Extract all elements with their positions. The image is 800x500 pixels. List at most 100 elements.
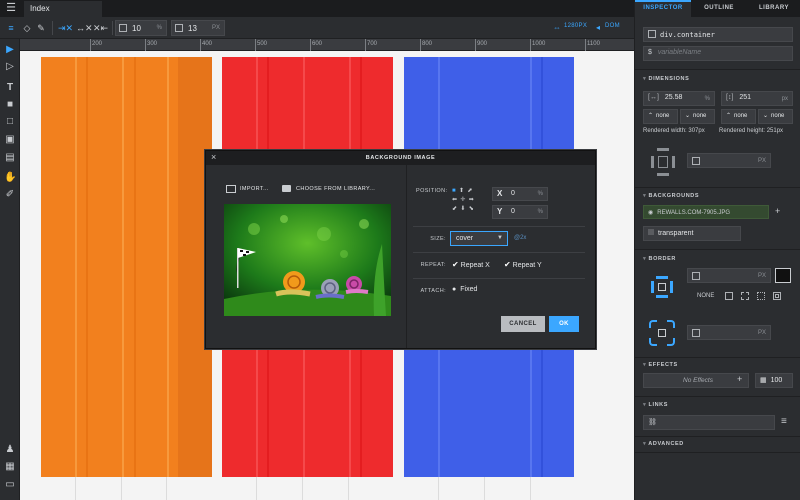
choose-from-library-button[interactable]: CHOOSE FROM LIBRARY... xyxy=(296,186,375,192)
dollar-icon: $ xyxy=(648,49,652,56)
link-icon: ⛓ xyxy=(648,419,657,426)
min-height-field[interactable]: ⌃ none xyxy=(721,109,756,124)
add-background-icon[interactable]: + xyxy=(775,206,780,216)
breakpoint-icon: ⇔ xyxy=(553,23,561,32)
checkmark-icon: ✔ xyxy=(452,260,459,269)
cancel-button[interactable]: CANCEL xyxy=(501,316,545,332)
border-width-field[interactable]: PX xyxy=(687,268,771,283)
max-height-field[interactable]: ⌄ none xyxy=(758,109,793,124)
height-field[interactable]: 13 PX xyxy=(171,20,225,36)
border-sides-icon[interactable] xyxy=(651,276,673,298)
breakpoint-label[interactable]: 1280PX xyxy=(564,23,587,29)
eye-icon[interactable]: ◉ xyxy=(648,210,653,216)
border-dotted-icon[interactable] xyxy=(757,292,765,300)
backgrounds-title[interactable]: BACKGROUNDS xyxy=(643,193,699,199)
pin-icon[interactable]: ✎ xyxy=(36,21,46,35)
list-icon[interactable]: ≡ xyxy=(781,416,787,427)
ruler-label: 200 xyxy=(92,41,103,47)
text-tool-icon[interactable]: T xyxy=(4,82,16,94)
border-width-icon xyxy=(692,272,700,280)
component-tool-icon[interactable]: ▤ xyxy=(4,152,16,164)
ok-button[interactable]: OK xyxy=(549,316,579,332)
position-y-field[interactable]: Y 0 % xyxy=(492,205,548,219)
ruler-label: 600 xyxy=(312,41,323,47)
border-radius-field[interactable]: PX xyxy=(687,325,771,340)
border-title[interactable]: BORDER xyxy=(643,256,676,262)
align-center-icon[interactable]: ↔✕ xyxy=(76,21,93,35)
attach-label: ATTACH: xyxy=(420,288,446,294)
element-icon xyxy=(648,30,656,38)
retina-toggle[interactable]: @2x xyxy=(514,235,526,241)
hand-tool-icon[interactable]: ✋ xyxy=(4,172,16,184)
direct-select-icon[interactable]: ▷ xyxy=(4,61,16,73)
layout-menu-icon[interactable]: ≡ xyxy=(4,21,18,35)
eyedropper-tool-icon[interactable]: ✐ xyxy=(4,189,16,201)
rectangle-tool-icon[interactable]: ■ xyxy=(4,99,16,111)
background-color-field[interactable]: transparent xyxy=(643,226,741,241)
tab-library[interactable]: LIBRARY xyxy=(747,0,800,17)
diamond-icon[interactable]: ◇ xyxy=(22,21,32,35)
grid-toggle-icon[interactable]: ▦ xyxy=(4,461,16,473)
border-radius-icon[interactable] xyxy=(649,320,675,346)
dimension-height-field[interactable]: [↕] 251 px xyxy=(721,91,793,106)
effects-title[interactable]: EFFECTS xyxy=(643,362,678,368)
variable-name-field[interactable]: $ variableName xyxy=(643,46,793,61)
padding-box-icon[interactable] xyxy=(651,148,675,176)
folder-icon[interactable] xyxy=(282,185,291,192)
effects-field[interactable]: No Effects xyxy=(643,373,749,388)
advanced-title[interactable]: ADVANCED xyxy=(643,441,684,447)
align-right-icon[interactable]: ✕⇤ xyxy=(93,21,108,35)
border-dashed-icon[interactable] xyxy=(741,292,749,300)
add-effect-icon[interactable]: + xyxy=(737,374,742,384)
links-title[interactable]: LINKS xyxy=(643,402,668,408)
ruler-label: 1100 xyxy=(587,41,600,47)
opacity-grid-icon: ▦ xyxy=(760,377,767,384)
radio-dot-icon: ● xyxy=(452,286,457,293)
attach-fixed-option[interactable]: ● Fixed xyxy=(452,286,477,293)
background-image-layer[interactable]: ◉ REWALLS.COM-7905.JPG xyxy=(643,205,769,219)
tab-outline[interactable]: OUTLINE xyxy=(691,0,747,17)
padding-field[interactable]: PX xyxy=(687,153,771,168)
align-left-icon[interactable]: ⇥✕ xyxy=(58,21,73,35)
opacity-field[interactable]: ▦ 100 xyxy=(755,373,793,388)
position-label: POSITION: xyxy=(416,188,448,194)
rendered-height-text: Rendered height: 251px xyxy=(719,128,784,134)
tab-inspector[interactable]: INSPECTOR xyxy=(635,0,691,17)
import-button[interactable]: IMPORT... xyxy=(240,186,269,192)
checkmark-icon: ✔ xyxy=(504,260,511,269)
repeat-y-checkbox[interactable]: ✔ Repeat Y xyxy=(504,260,542,269)
panel-tabs: INSPECTOR OUTLINE LIBRARY xyxy=(635,0,800,17)
position-x-field[interactable]: X 0 % xyxy=(492,187,548,201)
position-anchor-grid[interactable]: ■ ⬆ ⬈ ⬅ ✛ ➡ ⬋ ⬇ ⬊ xyxy=(452,187,478,213)
box-tool-icon[interactable]: □ xyxy=(4,116,16,128)
orange-column[interactable] xyxy=(41,57,212,477)
size-select[interactable]: cover ▼ xyxy=(450,231,508,246)
import-image-icon[interactable] xyxy=(226,185,236,193)
width-arrows-icon: [↔] xyxy=(648,94,659,101)
min-width-field[interactable]: ⌃ none xyxy=(643,109,678,124)
border-color-swatch[interactable] xyxy=(775,268,791,283)
document-tab[interactable]: Index xyxy=(24,1,102,17)
border-style-label: NONE xyxy=(697,293,715,299)
dimension-width-field[interactable]: [↔] 25.58 % xyxy=(643,91,715,106)
dom-label[interactable]: DOM xyxy=(605,23,620,29)
border-solid-icon[interactable] xyxy=(725,292,733,300)
size-label: SIZE: xyxy=(430,236,446,242)
selector-field[interactable]: div.container xyxy=(643,27,793,42)
user-icon[interactable]: ♟ xyxy=(4,444,16,456)
width-field[interactable]: 10 % xyxy=(115,20,167,36)
hamburger-menu-icon[interactable]: ☰ xyxy=(4,3,18,14)
chat-icon[interactable]: ▭ xyxy=(4,479,16,491)
repeat-x-checkbox[interactable]: ✔ Repeat X xyxy=(452,260,490,269)
image-tool-icon[interactable]: ▣ xyxy=(4,134,16,146)
dimensions-title[interactable]: DIMENSIONS xyxy=(643,76,689,82)
ruler-label: 800 xyxy=(422,41,433,47)
ruler-label: 700 xyxy=(367,41,378,47)
select-arrow-icon[interactable]: ▶ xyxy=(4,44,16,56)
ruler-label: 1000 xyxy=(532,41,546,47)
border-double-icon[interactable] xyxy=(773,292,781,300)
max-width-field[interactable]: ⌄ none xyxy=(680,109,715,124)
ruler-label: 900 xyxy=(477,41,488,47)
chevron-down-icon: ▼ xyxy=(497,235,503,241)
link-field[interactable]: ⛓ xyxy=(643,415,775,430)
